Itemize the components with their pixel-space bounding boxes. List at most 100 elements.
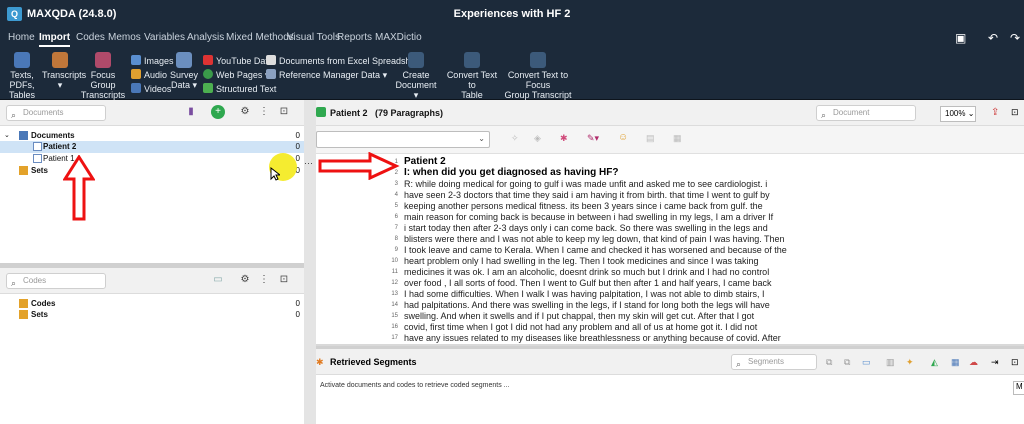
import-transcripts-button[interactable]: Transcripts ▾	[42, 52, 78, 90]
code-icon[interactable]: ◈	[534, 133, 541, 144]
line-text: have any issues related to my diseases l…	[404, 333, 781, 343]
text-line[interactable]: 10 heart problem only I had swelling in t…	[316, 256, 1024, 266]
focus-group-label: Focus Group	[90, 70, 115, 90]
line-text: i start today then after 2-3 days only i…	[404, 223, 768, 233]
import-images-button[interactable]: Images	[131, 55, 174, 66]
window-undock-icon[interactable]: ⊡	[1011, 107, 1019, 118]
code-selector-dropdown[interactable]: ⌄	[316, 131, 490, 148]
import-videos-button[interactable]: Videos	[131, 83, 171, 94]
text-line[interactable]: 17 have any issues related to my diseases…	[316, 333, 1024, 343]
text-line[interactable]: 14 had palpitations. And there was swelli…	[316, 300, 1024, 310]
save-icon[interactable]: ▣	[955, 31, 966, 45]
text-line[interactable]: 5 keeping another persons medical fitnes…	[316, 201, 1024, 211]
document-text[interactable]: 1 Patient 2 2 I: when did you get diagnose…	[316, 155, 1024, 344]
text-line[interactable]: 13 I had some difficulties. When I walk I…	[316, 289, 1024, 299]
survey-label: Survey	[170, 70, 198, 80]
import-web-pages-button[interactable]: Web Pages ▾	[203, 69, 269, 81]
tab-codes[interactable]: Codes	[76, 32, 105, 43]
text-line[interactable]: 15 swelling. And when it swells and if I …	[316, 311, 1024, 321]
tab-variables[interactable]: Variables	[144, 32, 185, 43]
gear-icon[interactable]: ⚙	[238, 273, 252, 287]
import-texts-button[interactable]: Texts, PDFs, Tables	[2, 52, 42, 100]
codes-icon	[19, 299, 28, 308]
import-survey-button[interactable]: Survey Data ▾	[170, 52, 198, 90]
tree-item-code-sets[interactable]: Sets 0	[0, 309, 304, 321]
undo-icon[interactable]: ↶	[988, 31, 998, 45]
paraphrase-icon[interactable]: ▦	[673, 133, 682, 144]
filter-icon[interactable]: ⧉	[844, 357, 850, 368]
codes-search-input[interactable]: ⌕ Codes	[6, 273, 106, 289]
quick-code-icon[interactable]: ✧	[511, 133, 519, 144]
retrieve-icon[interactable]: ⧉	[826, 357, 832, 368]
expand-arrow-icon[interactable]: ⌄	[4, 131, 10, 139]
tab-import[interactable]: Import	[39, 32, 70, 43]
tab-maxdictio[interactable]: MAXDictio	[375, 32, 422, 43]
shapes-icon[interactable]: ◭	[931, 357, 938, 368]
videos-label: Videos	[144, 84, 171, 94]
import-audio-button[interactable]: Audio	[131, 69, 167, 80]
emoticode-icon[interactable]: ☺	[618, 132, 628, 143]
text-line[interactable]: 16 covid, first time when I got I did not…	[316, 322, 1024, 332]
text-line[interactable]: 12 over food , I all sorts of food. Then …	[316, 278, 1024, 288]
text-line[interactable]: 6 main reason for coming back is because …	[316, 212, 1024, 222]
add-document-icon[interactable]: +	[211, 105, 225, 119]
comment-icon[interactable]: ▭	[862, 357, 871, 368]
line-number: 15	[384, 311, 398, 321]
import-youtube-button[interactable]: YouTube Data	[203, 55, 273, 66]
tab-analysis[interactable]: Analysis	[187, 32, 224, 43]
new-code-icon[interactable]: ▭	[211, 273, 225, 287]
export-icon[interactable]: ⇥	[991, 357, 999, 368]
tab-memos[interactable]: Memos	[108, 32, 141, 43]
grid-icon[interactable]: ▦	[951, 357, 960, 368]
tab-reports[interactable]: Reports	[337, 32, 372, 43]
text-line[interactable]: 3 R: while doing medical for going to gul…	[316, 179, 1024, 189]
window-undock-icon[interactable]: ⊡	[1011, 357, 1019, 368]
globe-icon	[203, 69, 213, 79]
sets-icon	[19, 310, 28, 319]
title-bar: Q MAXQDA (24.8.0) Experiences with HF 2	[0, 0, 1024, 28]
redo-icon[interactable]: ↷	[1010, 31, 1020, 45]
table-convert-icon	[464, 52, 480, 68]
segments-search-input[interactable]: ⌕ Segments	[731, 354, 817, 370]
text-line[interactable]: 8 blisters were there and I was not able …	[316, 234, 1024, 244]
memo-icon[interactable]: ▤	[646, 133, 655, 144]
retrieved-segments-title: Retrieved Segments	[330, 357, 417, 367]
edit-document-icon[interactable]	[316, 107, 326, 117]
window-undock-icon[interactable]: ⊡	[277, 105, 291, 119]
tree-label: Documents	[31, 131, 75, 140]
document-link-icon[interactable]: ▮	[184, 105, 198, 119]
idea-icon[interactable]: ✦	[906, 357, 914, 368]
create-label: Create	[402, 70, 429, 80]
text-line[interactable]: 11 medicines it was ok. I am an alcoholic…	[316, 267, 1024, 277]
color-marker-icon[interactable]: ✎▾	[587, 133, 599, 144]
more-options-icon[interactable]: ⋮	[257, 105, 271, 119]
cloud-icon[interactable]: ☁	[969, 357, 978, 368]
text-line[interactable]: 4 have seen 2-3 doctors that time they sa…	[316, 190, 1024, 200]
gear-icon[interactable]: ⚙	[238, 105, 252, 119]
documents-search-input[interactable]: ⌕ Documents	[6, 105, 106, 121]
tree-item-patient-1[interactable]: Patient 1 0	[0, 153, 304, 165]
export-icon[interactable]: ⇪	[991, 107, 999, 118]
tree-item-patient-2[interactable]: Patient 2 0	[0, 141, 304, 153]
highlight-icon[interactable]: ✱	[560, 133, 568, 144]
zoom-select[interactable]: 100% ⌄	[940, 106, 976, 122]
import-structured-text-button[interactable]: Structured Text	[203, 83, 276, 94]
mode-toggle-button[interactable]: M	[1013, 381, 1024, 395]
tab-mixed-methods[interactable]: Mixed Methods	[226, 32, 294, 43]
more-options-icon[interactable]: ⋮	[257, 273, 271, 287]
text-line[interactable]: 2 I: when did you get diagnosed as having…	[316, 168, 1024, 178]
text-line[interactable]: 9 I took leave and came to Kerala. When I…	[316, 245, 1024, 255]
tree-item-sets[interactable]: Sets 0	[0, 165, 304, 177]
vertical-splitter[interactable]: ⋯	[304, 100, 316, 424]
line-text: medicines it was ok. I am an alcoholic, …	[404, 267, 769, 277]
tab-home[interactable]: Home	[8, 32, 35, 43]
text-line[interactable]: 7 i start today then after 2-3 days only …	[316, 223, 1024, 233]
smart-coding-icon[interactable]: ▥	[886, 357, 895, 368]
create-document-button[interactable]: Create Document ▾	[393, 52, 439, 100]
splitter-handle-icon[interactable]: ⋯	[304, 158, 313, 169]
document-search-input[interactable]: ⌕ Document	[816, 105, 916, 121]
window-undock-icon[interactable]: ⊡	[277, 273, 291, 287]
tab-visual-tools[interactable]: Visual Tools	[287, 32, 340, 43]
import-reference-manager-button[interactable]: Reference Manager Data ▾	[266, 69, 387, 81]
text-line[interactable]: 1 Patient 2	[316, 157, 1024, 167]
